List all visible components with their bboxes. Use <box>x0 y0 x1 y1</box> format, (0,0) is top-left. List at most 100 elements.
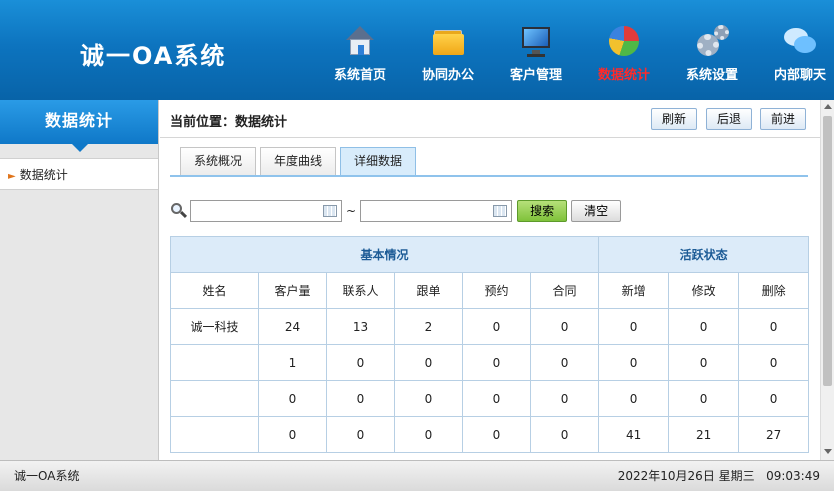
breadcrumb-prefix: 当前位置： <box>170 115 236 130</box>
chevron-right-icon: ► <box>8 171 16 182</box>
nav-item-home[interactable]: 系统首页 <box>316 24 404 83</box>
value-cell: 0 <box>529 308 600 345</box>
name-cell <box>170 380 259 417</box>
home-icon <box>343 24 377 58</box>
nav-item-label: 协同办公 <box>421 68 474 83</box>
nav-item-chat[interactable]: 内部聊天 <box>756 24 834 83</box>
start-date-input[interactable] <box>190 200 342 222</box>
main-nav: 系统首页 协同办公 客户管理 数据统计 系统设置 内部聊天 <box>316 24 834 83</box>
table-row: 0 0 0 0 0 41 21 27 <box>170 416 810 453</box>
column-header: 跟单 <box>394 272 463 309</box>
tab-divider <box>170 175 808 177</box>
stats-table: 基本情况 活跃状态 姓名 客户量 联系人 跟单 预约 合同 新增 修改 删除 诚一科技 24 13 2… <box>169 236 810 453</box>
vertical-scrollbar[interactable] <box>820 100 834 460</box>
sidebar-title: 数据统计 <box>0 100 158 152</box>
column-header: 姓名 <box>170 272 259 309</box>
nav-item-label: 数据统计 <box>597 68 650 83</box>
search-button[interactable]: 搜索 <box>517 200 568 222</box>
value-cell: 0 <box>738 344 810 381</box>
value-cell: 41 <box>598 416 670 453</box>
back-button[interactable]: 后退 <box>706 108 753 130</box>
main-panel: 当前位置：数据统计 刷新 后退 前进 系统概况 年度曲线 详细数据 ~ 搜索 清… <box>160 100 820 460</box>
column-header: 删除 <box>738 272 810 309</box>
date-separator: ~ <box>346 204 357 218</box>
value-cell: 0 <box>668 380 740 417</box>
location-bar: 当前位置：数据统计 刷新 后退 前进 <box>160 100 820 138</box>
scroll-up-icon[interactable] <box>824 104 832 109</box>
magnifier-icon <box>170 202 188 220</box>
name-cell <box>170 344 259 381</box>
chat-icon <box>783 24 817 58</box>
sidebar: 数据统计 ► 数据统计 <box>0 100 159 460</box>
value-cell: 0 <box>462 416 531 453</box>
value-cell: 0 <box>598 380 670 417</box>
column-header: 联系人 <box>326 272 395 309</box>
status-bar: 诚一OA系统 2022年10月26日 星期三 09:03:49 <box>0 460 834 491</box>
breadcrumb: 当前位置：数据统计 <box>170 111 287 130</box>
nav-item-stats[interactable]: 数据统计 <box>580 24 668 83</box>
value-cell: 0 <box>598 308 670 345</box>
value-cell: 0 <box>668 308 740 345</box>
value-cell: 0 <box>529 380 600 417</box>
footer-date: 2022年10月26日 星期三 <box>617 469 755 483</box>
column-header: 合同 <box>529 272 600 309</box>
pie-chart-icon <box>607 24 641 58</box>
value-cell: 0 <box>258 416 327 453</box>
calendar-icon[interactable] <box>323 205 337 217</box>
value-cell: 21 <box>668 416 740 453</box>
footer-datetime: 2022年10月26日 星期三 09:03:49 <box>618 461 820 491</box>
refresh-button[interactable]: 刷新 <box>651 108 698 130</box>
folder-icon <box>431 24 465 58</box>
value-cell: 0 <box>529 416 600 453</box>
column-header: 修改 <box>668 272 740 309</box>
table-row: 诚一科技 24 13 2 0 0 0 0 0 <box>170 308 810 345</box>
forward-button[interactable]: 前进 <box>760 108 807 130</box>
table-row: 00000000 <box>170 380 810 417</box>
value-cell: 0 <box>529 344 600 381</box>
column-header: 客户量 <box>258 272 327 309</box>
tab-overview[interactable]: 系统概况 <box>180 147 257 175</box>
value-cell: 0 <box>394 344 463 381</box>
nav-item-label: 内部聊天 <box>773 68 826 83</box>
value-cell: 13 <box>326 308 395 345</box>
value-cell: 0 <box>258 380 327 417</box>
group-header-basic: 基本情况 <box>169 236 600 273</box>
app-logo: 诚一OA系统 <box>80 42 227 70</box>
value-cell: 0 <box>462 308 531 345</box>
value-cell: 0 <box>462 380 531 417</box>
value-cell: 2 <box>394 308 463 345</box>
value-cell: 0 <box>394 380 463 417</box>
value-cell: 27 <box>738 416 810 453</box>
value-cell: 0 <box>668 344 740 381</box>
footer-app-name: 诚一OA系统 <box>14 469 80 483</box>
value-cell: 1 <box>258 344 327 381</box>
value-cell: 0 <box>738 308 810 345</box>
value-cell: 0 <box>394 416 463 453</box>
end-date-input[interactable] <box>360 200 513 222</box>
footer-time: 09:03:49 <box>766 469 820 483</box>
value-cell: 0 <box>598 344 670 381</box>
tab-details[interactable]: 详细数据 <box>340 147 417 175</box>
scroll-down-icon[interactable] <box>824 449 832 454</box>
tab-bar: 系统概况 年度曲线 详细数据 <box>180 147 420 175</box>
value-cell: 24 <box>258 308 327 345</box>
sidebar-item-stats[interactable]: ► 数据统计 <box>0 158 158 190</box>
search-bar: ~ 搜索 清空 <box>170 200 622 222</box>
calendar-icon[interactable] <box>493 205 508 217</box>
value-cell: 0 <box>738 380 810 417</box>
nav-item-settings[interactable]: 系统设置 <box>668 24 756 83</box>
scroll-thumb[interactable] <box>823 116 832 386</box>
tab-annual-curve[interactable]: 年度曲线 <box>260 147 337 175</box>
nav-item-label: 系统首页 <box>333 68 386 83</box>
name-cell <box>170 416 259 453</box>
breadcrumb-current: 数据统计 <box>235 115 288 130</box>
name-cell: 诚一科技 <box>170 308 259 345</box>
value-cell: 0 <box>326 344 395 381</box>
clear-button[interactable]: 清空 <box>571 200 622 222</box>
nav-item-customers[interactable]: 客户管理 <box>492 24 580 83</box>
nav-item-collab[interactable]: 协同办公 <box>404 24 492 83</box>
top-header: 诚一OA系统 系统首页 协同办公 客户管理 数据统计 系统设置 内部聊天 <box>0 0 834 100</box>
sidebar-item-label: 数据统计 <box>19 168 68 182</box>
column-header: 新增 <box>598 272 670 309</box>
value-cell: 0 <box>326 380 395 417</box>
